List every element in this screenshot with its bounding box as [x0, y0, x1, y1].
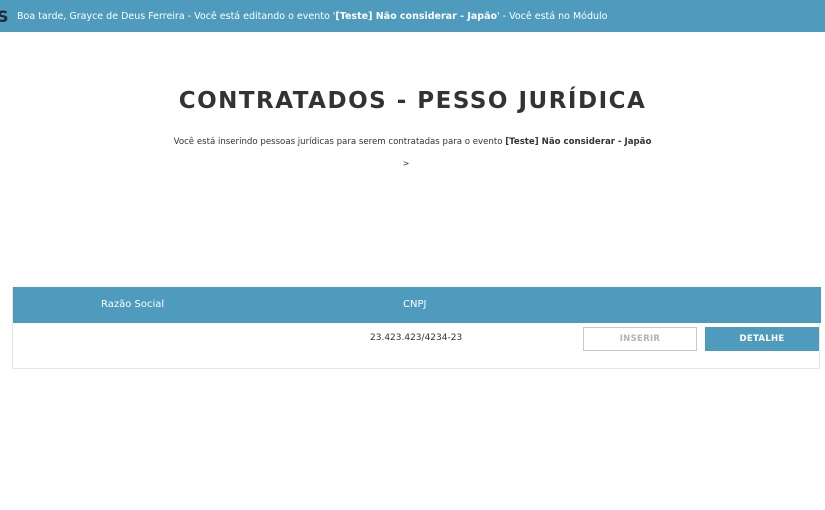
module-text: ' - Você está no Módulo: [497, 10, 608, 22]
cell-cnpj: 23.423.423/4234-23: [370, 333, 463, 343]
logo: S: [0, 6, 9, 26]
contracted-companies-table: Razão Social CNPJ 23.423.423/4234-23 INS…: [12, 287, 821, 369]
current-event-name: [Teste] Não considerar - Japão: [335, 10, 498, 22]
column-header-razao-social: Razão Social: [101, 299, 165, 310]
top-bar: S Boa tarde, Grayce de Deus Ferreira - V…: [0, 0, 825, 32]
detail-button[interactable]: DETALHE: [705, 327, 819, 351]
greeting-text: Boa tarde, Grayce de Deus Ferreira - Voc…: [17, 10, 336, 22]
breadcrumb-separator: >: [402, 159, 410, 168]
table-row: 23.423.423/4234-23 INSERIR DETALHE: [13, 323, 819, 359]
page-subtitle: Você está inserindo pessoas jurídicas pa…: [0, 137, 825, 147]
subtitle-event-name: [Teste] Não considerar - Japão: [505, 137, 652, 147]
page-title: CONTRATADOS - PESSO JURÍDICA: [178, 88, 647, 114]
subtitle-text: Você está inserindo pessoas jurídicas pa…: [173, 137, 506, 147]
table-header: Razão Social CNPJ: [13, 287, 821, 323]
column-header-cnpj: CNPJ: [403, 299, 427, 310]
insert-button[interactable]: INSERIR: [583, 327, 697, 351]
